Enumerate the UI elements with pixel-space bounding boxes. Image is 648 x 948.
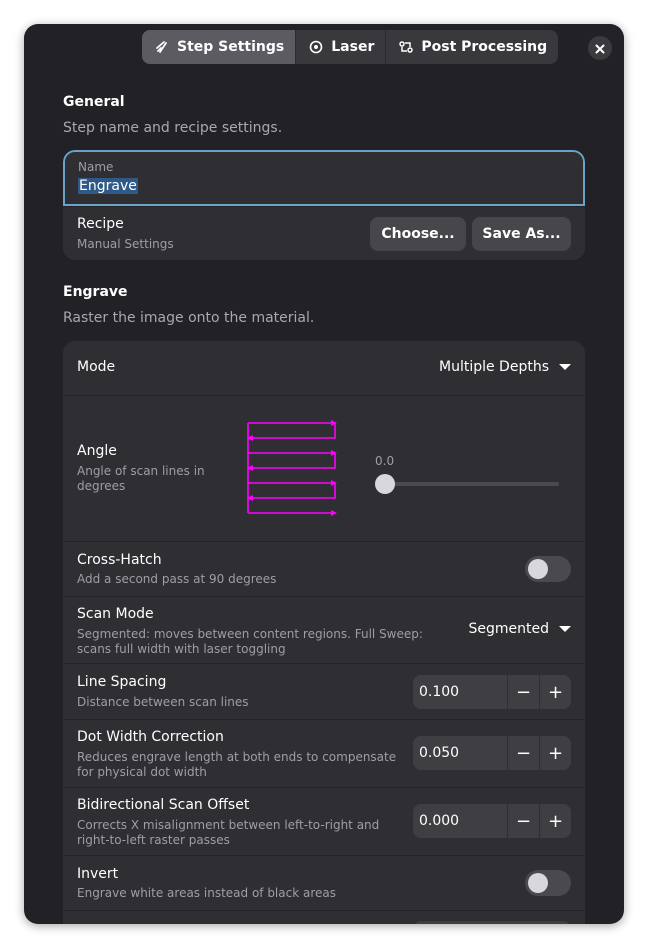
dropdown-arrow-icon [559, 626, 571, 632]
general-title: General [63, 94, 125, 110]
bidirectional-input[interactable]: 0.000 [413, 804, 507, 838]
close-button[interactable] [588, 36, 612, 60]
bidirectional-description: Corrects X misalignment between left-to-… [77, 818, 380, 847]
brush-icon [153, 40, 171, 54]
cross-hatch-label: Cross-Hatch [77, 552, 162, 568]
dot-width-spinbutton: 0.050 − + [413, 736, 571, 770]
engrave-description: Raster the image onto the material. [63, 310, 315, 326]
decrement-button[interactable]: − [507, 736, 539, 770]
engrave-title: Engrave [63, 284, 128, 300]
name-value[interactable]: Engrave [78, 178, 138, 194]
line-spacing-label: Line Spacing [77, 674, 167, 690]
bidirectional-row: Bidirectional Scan Offset Corrects X mis… [63, 787, 585, 855]
invert-description: Engrave white areas instead of black are… [77, 886, 336, 900]
line-spacing-description: Distance between scan lines [77, 695, 249, 709]
angle-value: 0.0 [375, 454, 395, 468]
invert-row: Invert Engrave white areas instead of bl… [63, 855, 585, 910]
decrement-button[interactable]: − [507, 804, 539, 838]
name-field[interactable]: Name Engrave [63, 150, 585, 206]
name-label: Name [78, 160, 114, 174]
mode-value: Multiple Depths [439, 359, 549, 375]
dot-width-description: Reduces engrave length at both ends to c… [77, 750, 397, 779]
recipe-row: Recipe Manual Settings Choose... Save As… [63, 206, 585, 260]
view-switcher: Step Settings Laser Post Processing [142, 30, 559, 64]
dropdown-arrow-icon [559, 364, 571, 370]
cross-hatch-row: Cross-Hatch Add a second pass at 90 degr… [63, 541, 585, 596]
increment-button[interactable]: + [539, 675, 571, 709]
close-icon [595, 39, 605, 58]
angle-description: Angle of scan lines in degrees [77, 464, 205, 493]
step-settings-dialog: Step Settings Laser Post Processing Gene… [24, 24, 624, 924]
line-spacing-row: Line Spacing Distance between scan lines… [63, 663, 585, 719]
dot-width-input[interactable]: 0.050 [413, 736, 507, 770]
increment-button[interactable]: + [539, 736, 571, 770]
invert-switch[interactable] [525, 870, 571, 896]
bidirectional-spinbutton: 0.000 − + [413, 804, 571, 838]
decrement-button[interactable]: − [507, 675, 539, 709]
choose-button[interactable]: Choose... [370, 217, 466, 251]
mode-label: Mode [77, 359, 116, 375]
angle-label: Angle [77, 443, 117, 459]
switch-knob [528, 873, 548, 893]
mode-row[interactable]: Mode Multiple Depths [63, 341, 585, 395]
scan-mode-dropdown[interactable]: Segmented [468, 621, 571, 637]
dot-width-label: Dot Width Correction [77, 729, 224, 745]
tab-label: Step Settings [177, 39, 285, 55]
scan-mode-value: Segmented [468, 621, 550, 637]
tab-post-processing[interactable]: Post Processing [386, 30, 558, 64]
angle-row: Angle Angle of scan lines in degrees 0.0 [63, 395, 585, 541]
line-spacing-input[interactable]: 0.100 [413, 675, 507, 709]
cross-hatch-switch[interactable] [525, 556, 571, 582]
tab-step-settings[interactable]: Step Settings [142, 30, 297, 64]
angle-slider-track[interactable] [375, 482, 559, 486]
cross-hatch-description: Add a second pass at 90 degrees [77, 572, 277, 586]
next-row-partial [63, 910, 585, 924]
target-icon [307, 40, 325, 54]
scan-mode-row[interactable]: Scan Mode Segmented: moves between conte… [63, 596, 585, 663]
angle-slider-handle[interactable] [375, 474, 395, 494]
bidirectional-label: Bidirectional Scan Offset [77, 797, 250, 813]
general-card: Name Engrave Recipe Manual Settings Choo… [63, 150, 585, 260]
mode-dropdown[interactable]: Multiple Depths [439, 359, 571, 375]
general-description: Step name and recipe settings. [63, 120, 283, 136]
scan-mode-description: Segmented: moves between content regions… [77, 627, 423, 656]
tab-label: Laser [331, 39, 375, 55]
workflow-icon [397, 40, 415, 54]
save-as-button[interactable]: Save As... [472, 217, 571, 251]
scan-mode-label: Scan Mode [77, 606, 154, 622]
switch-knob [528, 559, 548, 579]
recipe-title: Recipe [77, 216, 124, 232]
line-spacing-spinbutton: 0.100 − + [413, 675, 571, 709]
increment-button[interactable]: + [539, 804, 571, 838]
recipe-subtitle: Manual Settings [77, 237, 174, 251]
scan-preview [247, 420, 337, 516]
tab-label: Post Processing [421, 39, 548, 55]
partial-spinbutton[interactable] [413, 921, 571, 924]
tab-laser[interactable]: Laser [296, 30, 387, 64]
dot-width-row: Dot Width Correction Reduces engrave len… [63, 719, 585, 787]
invert-label: Invert [77, 866, 119, 882]
engrave-card: Mode Multiple Depths Angle Angle of scan… [63, 341, 585, 924]
